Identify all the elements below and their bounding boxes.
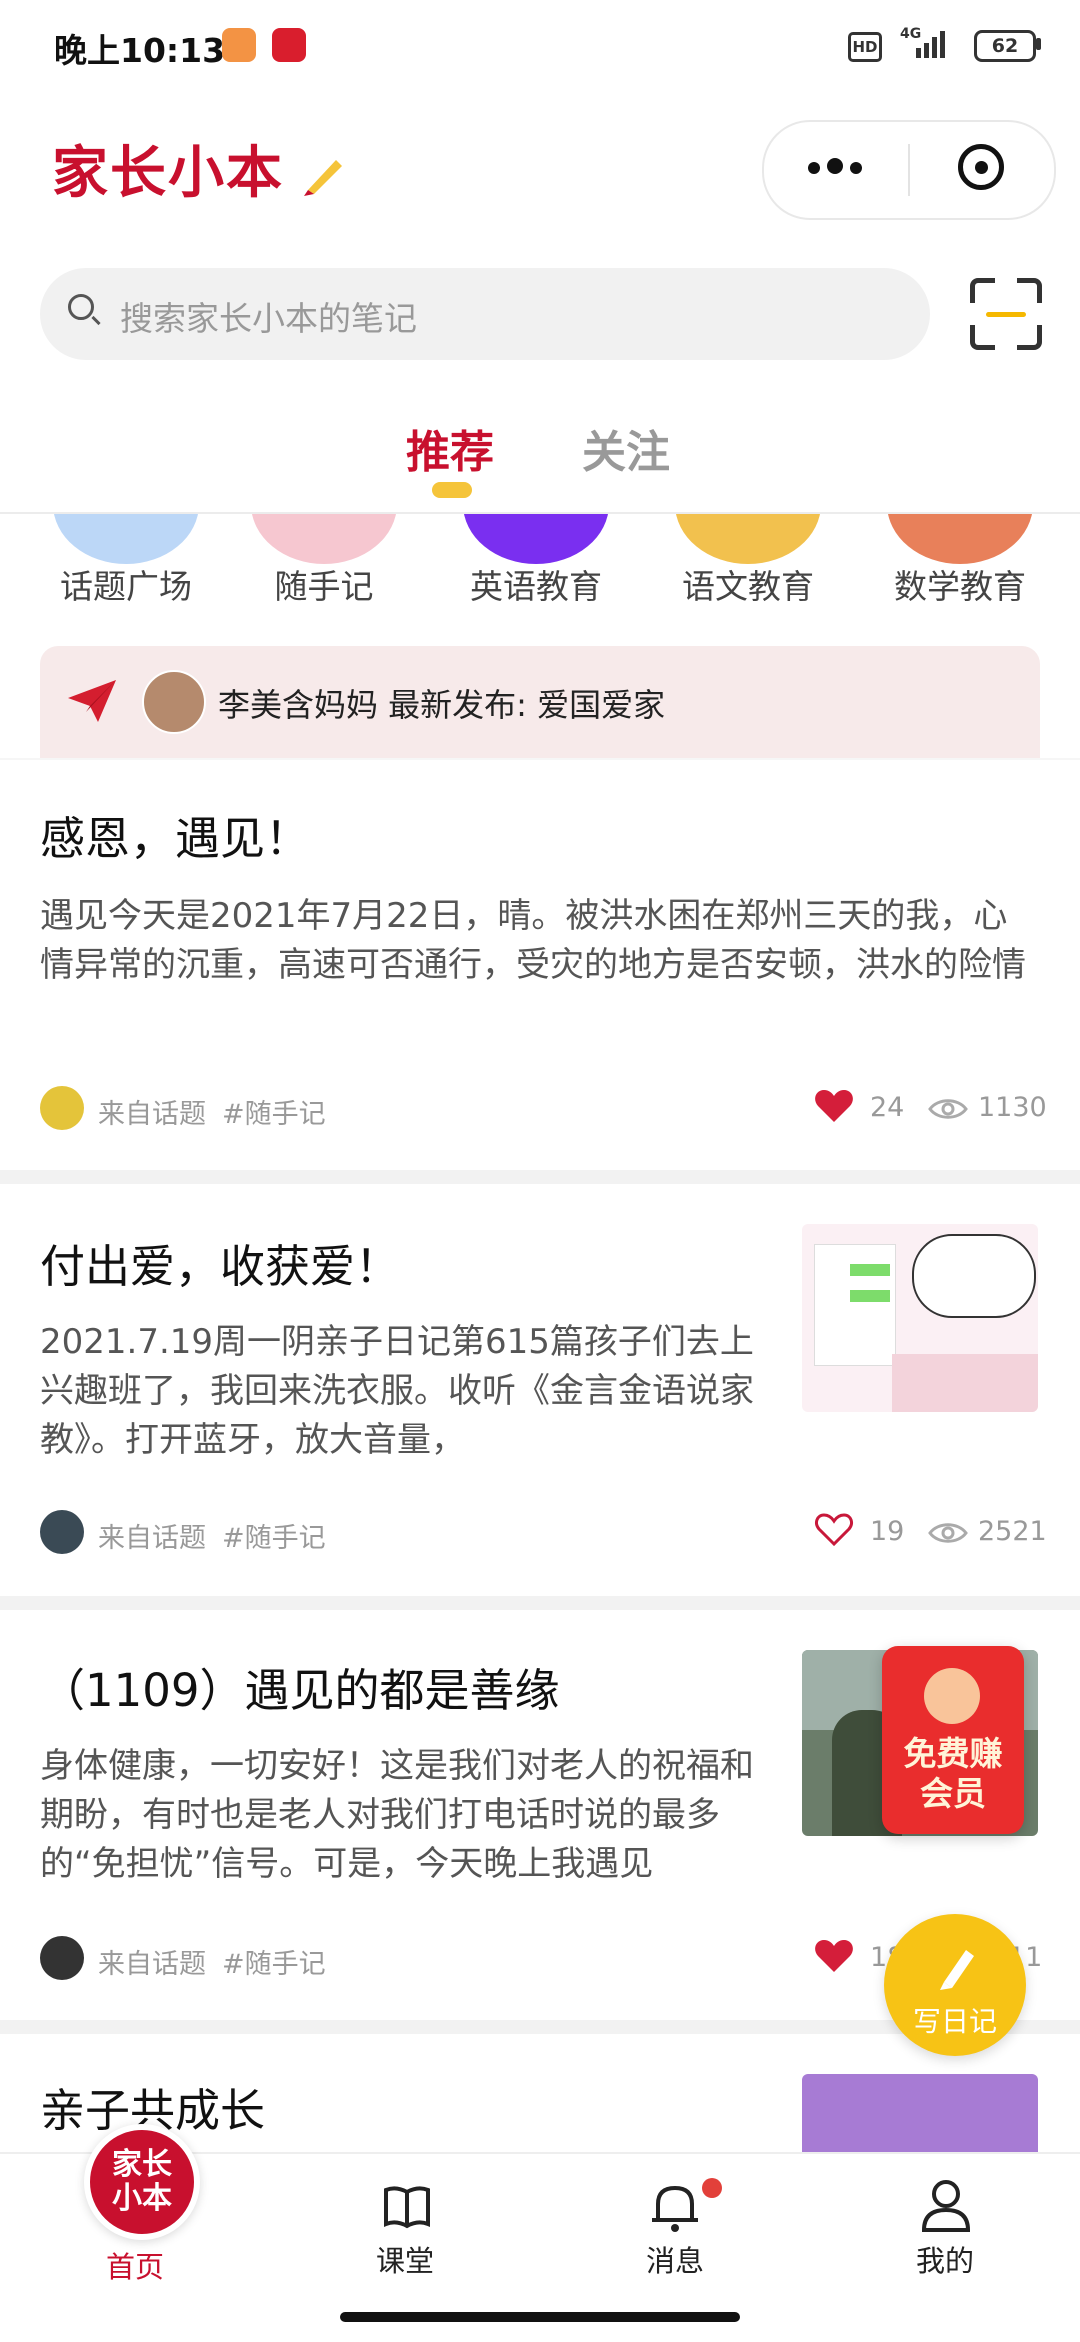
category-label: 数学教育: [894, 567, 1026, 606]
post-thumbnail: [802, 2074, 1038, 2152]
signal-icon: [916, 31, 945, 58]
close-miniprogram-icon[interactable]: [958, 144, 1004, 190]
latest-post-notice[interactable]: 李美含妈妈 最新发布: 爱国爱家: [40, 646, 1040, 758]
post-title: 付出爱，收获爱！: [40, 1240, 401, 1293]
category-image: [53, 514, 199, 564]
chat-bubble: [850, 1264, 890, 1276]
avatar: [142, 670, 206, 734]
heart-outline-icon[interactable]: [814, 1512, 854, 1548]
nav-label: 我的: [915, 2244, 974, 2278]
post-source: 来自话题: [98, 1099, 206, 1130]
post-card[interactable]: 付出爱，收获爱！ 2021.7.19周一阴亲子日记第615篇孩子们去上兴趣班了，…: [0, 1184, 1080, 1596]
post-thumbnail: [802, 1224, 1038, 1412]
category-image: [887, 514, 1033, 564]
nav-label: 课堂: [375, 2244, 434, 2278]
notification-badge: [702, 2178, 722, 2198]
paper-plane-icon: [68, 680, 116, 722]
nav-label: 消息: [645, 2244, 704, 2278]
pencil-icon: [940, 1950, 974, 1990]
card-separator: [0, 1170, 1080, 1184]
status-time: 晚上10:13: [54, 31, 226, 70]
category-image: [463, 514, 609, 564]
search-icon: [68, 294, 94, 320]
like-count: 19: [870, 1516, 905, 1547]
battery-icon: 62: [974, 30, 1036, 62]
status-indicators: HD 4G 62: [848, 24, 1048, 68]
miniprogram-capsule: [762, 120, 1056, 220]
category-image: [675, 514, 821, 564]
user-icon: [921, 2180, 971, 2232]
app-notification-icon: [222, 28, 256, 62]
card-separator: [0, 1596, 1080, 1610]
chat-screenshot-image: [814, 1244, 896, 1366]
status-bar: 晚上10:13 HD 4G 62: [0, 0, 1080, 90]
photo-strip: [892, 1354, 1038, 1412]
category-row: 话题广场 随手记 英语教育 语文教育 数学教育: [0, 514, 1080, 634]
post-source: 来自话题: [98, 1949, 206, 1980]
more-icon[interactable]: [808, 158, 869, 178]
active-tab-indicator: [432, 482, 472, 498]
post-topic[interactable]: #随手记: [222, 1516, 326, 1555]
post-body: 身体健康，一切安好！这是我们对老人的祝福和期盼，有时也是老人对我们打电话时说的最…: [40, 1746, 754, 1884]
post-source: 来自话题: [98, 1523, 206, 1554]
search-placeholder: 搜索家长小本的笔记: [120, 299, 417, 338]
chat-bubble: [850, 1290, 890, 1302]
category-label: 随手记: [274, 567, 374, 606]
post-title: 感恩，遇见！: [40, 812, 311, 865]
avatar: [40, 1086, 84, 1130]
eye-icon: [928, 1099, 968, 1119]
cloud-bubble: [912, 1234, 1036, 1318]
eye-icon: [928, 1523, 968, 1543]
tab-recommend[interactable]: 推荐: [406, 416, 494, 480]
view-count: 2521: [978, 1516, 1047, 1547]
capsule-divider: [908, 144, 910, 196]
free-membership-redpacket[interactable]: 免费赚 会员: [882, 1646, 1024, 1834]
notice-text: 李美含妈妈 最新发布: 爱国爱家: [218, 686, 666, 724]
category-label: 英语教育: [470, 567, 602, 606]
post-card[interactable]: 感恩，遇见！ 遇见今天是2021年7月22日，晴。被洪水困在郑州三天的我，心情异…: [0, 760, 1080, 1170]
hd-icon: HD: [848, 32, 882, 62]
post-body: 遇见今天是2021年7月22日，晴。被洪水困在郑州三天的我，心情异常的沉重，高速…: [40, 896, 1026, 985]
category-image: [251, 514, 397, 564]
category-label: 话题广场: [60, 567, 192, 606]
avatar: [40, 1936, 84, 1980]
pencil-icon: [304, 160, 342, 196]
write-diary-label: 写日记: [912, 2005, 997, 2038]
nav-label: 首页: [105, 2250, 164, 2284]
category-label: 语文教育: [682, 567, 814, 606]
post-title: （1109）遇见的都是善缘: [40, 1664, 560, 1717]
money-bag-icon: [924, 1668, 980, 1724]
post-topic[interactable]: #随手记: [222, 1092, 326, 1131]
home-indicator: [340, 2312, 740, 2322]
tab-follow[interactable]: 关注: [582, 416, 670, 480]
bell-icon: [652, 2185, 698, 2232]
battery-tip: [1036, 38, 1041, 50]
post-body: 2021.7.19周一阴亲子日记第615篇孩子们去上兴趣班了，我回来洗衣服。收听…: [40, 1322, 754, 1460]
post-topic[interactable]: #随手记: [222, 1942, 326, 1981]
redpacket-label: 免费赚 会员: [903, 1734, 1003, 1813]
scan-icon[interactable]: [970, 278, 1042, 350]
home-logo-icon: 家长 小本: [84, 2124, 200, 2240]
app-logo: 家长小本: [52, 141, 284, 206]
book-icon: [384, 2186, 430, 2229]
search-input[interactable]: 搜索家长小本的笔记: [40, 268, 930, 360]
app-notification-icon: [272, 28, 306, 62]
view-count: 1130: [978, 1092, 1047, 1123]
like-count: 24: [870, 1092, 905, 1123]
write-diary-button[interactable]: 写日记: [884, 1914, 1026, 2056]
avatar: [40, 1510, 84, 1554]
heart-filled-icon[interactable]: [814, 1938, 854, 1974]
heart-filled-icon[interactable]: [814, 1088, 854, 1124]
